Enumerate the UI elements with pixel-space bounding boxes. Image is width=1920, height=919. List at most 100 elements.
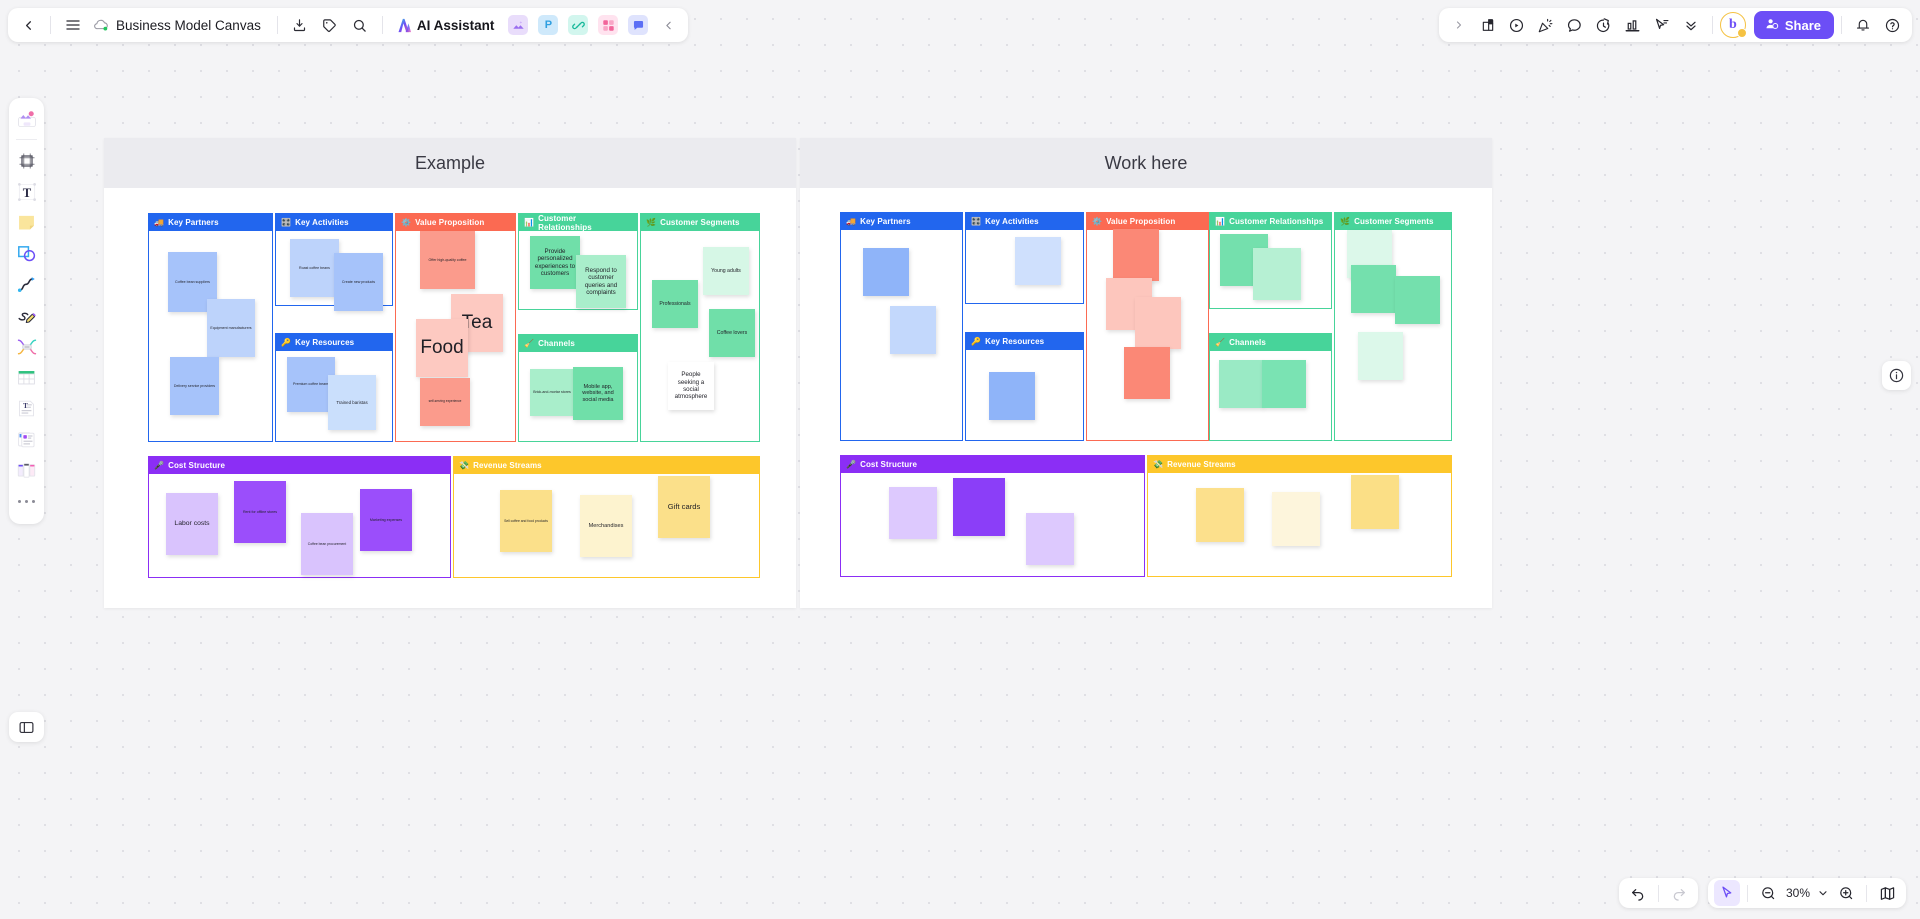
sticky-note[interactable] xyxy=(1015,237,1061,285)
sticky-note[interactable] xyxy=(1219,360,1263,408)
sticky-note[interactable] xyxy=(1358,332,1403,380)
sticky-note[interactable]: Labor costs xyxy=(166,493,218,555)
undo-button[interactable] xyxy=(1625,880,1651,906)
avatar[interactable]: b xyxy=(1719,12,1747,38)
comment-tool-button[interactable] xyxy=(624,11,652,39)
help-circle-icon[interactable] xyxy=(1878,11,1906,39)
bmc-cell-key_partners[interactable]: 🚚 Key Partners Coffee bean suppliers Equipm… xyxy=(148,213,273,442)
sticky-note[interactable] xyxy=(863,248,909,296)
chart-bar-icon[interactable] xyxy=(1619,11,1647,39)
sticky-note[interactable] xyxy=(1262,360,1306,408)
sticky-note[interactable]: Marketing expenses xyxy=(360,489,412,551)
timer-icon[interactable] xyxy=(1590,11,1618,39)
sticky-note[interactable] xyxy=(989,372,1035,420)
sticky-note[interactable]: Brick-and-mortar stores xyxy=(530,369,574,416)
bmc-cell-channels[interactable]: 🧹 Channels xyxy=(1209,333,1332,441)
play-circle-icon[interactable] xyxy=(1503,11,1531,39)
sticky-note[interactable] xyxy=(953,478,1005,536)
sticky-note[interactable] xyxy=(1196,488,1244,542)
sticky-note[interactable] xyxy=(1135,297,1181,349)
sticky-note[interactable]: Coffee bean procurement xyxy=(301,513,353,575)
document-title[interactable]: Business Model Canvas xyxy=(89,18,269,33)
text-icon[interactable]: T xyxy=(12,177,41,206)
sticky-note[interactable]: Coffee lovers xyxy=(709,309,755,357)
frame-work-here[interactable]: Work here 🚚 Key Partners 🎛️ Key Activities 🔑 K… xyxy=(800,138,1492,608)
minimap-button[interactable] xyxy=(1874,880,1900,906)
bmc-cell-value_proposition[interactable]: ⚙️ Value Proposition xyxy=(1086,212,1209,441)
sticky-note[interactable]: Offer high-quality coffee xyxy=(420,231,475,289)
connector-icon[interactable] xyxy=(12,270,41,299)
sticky-note-icon[interactable] xyxy=(12,208,41,237)
bmc-cell-revenue_streams[interactable]: 💸 Revenue Streams Sell coffee and food pro… xyxy=(453,456,760,578)
sticky-note[interactable]: Trained baristas xyxy=(328,375,376,430)
open-panel-icon[interactable] xyxy=(9,712,44,742)
sticky-note[interactable] xyxy=(1351,475,1399,529)
kanban-icon[interactable] xyxy=(12,456,41,485)
download-button[interactable] xyxy=(286,11,314,39)
bmc-cell-cost_structure[interactable]: 🎤 Cost Structure xyxy=(840,455,1145,577)
sticky-note[interactable] xyxy=(1124,347,1170,399)
tag-button[interactable] xyxy=(316,11,344,39)
bmc-cell-customer_relationships[interactable]: 📊 Customer Relationships xyxy=(1209,212,1332,309)
party-popper-icon[interactable] xyxy=(1532,11,1560,39)
sticky-note[interactable] xyxy=(1395,276,1440,324)
cursor-select-button[interactable] xyxy=(1714,880,1740,906)
cursor-vote-icon[interactable] xyxy=(1648,11,1676,39)
info-circle-icon[interactable] xyxy=(1882,361,1911,390)
redo-button[interactable] xyxy=(1666,880,1692,906)
sticky-note[interactable] xyxy=(890,306,936,354)
bmc-cell-key_resources[interactable]: 🔑 Key Resources xyxy=(965,332,1084,441)
chevrons-down-icon[interactable] xyxy=(1677,11,1705,39)
sticky-note[interactable]: Create new products xyxy=(334,253,383,311)
grid-tool-button[interactable] xyxy=(594,11,622,39)
zoom-level[interactable]: 30% xyxy=(1783,886,1813,900)
presentation-tool-button[interactable]: P xyxy=(534,11,562,39)
sticky-note[interactable]: Respond to customer queries and complain… xyxy=(576,255,626,308)
bmc-cell-cost_structure[interactable]: 🎤 Cost Structure Labor costs Rent for offli… xyxy=(148,456,451,578)
zoom-in-button[interactable] xyxy=(1833,880,1859,906)
link-tool-button[interactable] xyxy=(564,11,592,39)
shapes-icon[interactable] xyxy=(12,239,41,268)
menu-button[interactable] xyxy=(59,11,87,39)
comment-bubble-icon[interactable] xyxy=(1561,11,1589,39)
templates-icon[interactable] xyxy=(12,104,41,133)
sticky-note[interactable]: Provide personalized experiences to cust… xyxy=(530,236,580,289)
sticky-note[interactable] xyxy=(1113,229,1159,281)
bmc-cell-revenue_streams[interactable]: 💸 Revenue Streams xyxy=(1147,455,1452,577)
bmc-cell-channels[interactable]: 🧹 Channels Brick-and-mortar stores Mobile a… xyxy=(518,334,638,442)
sticky-note[interactable]: Professionals xyxy=(652,280,698,328)
sticky-note[interactable]: Sell coffee and food products xyxy=(500,490,552,552)
bmc-cell-key_resources[interactable]: 🔑 Key Resources Premium coffee beans Traine… xyxy=(275,333,393,442)
ai-assistant-button[interactable]: AI Assistant xyxy=(391,18,503,33)
frame-example[interactable]: Example 🚚 Key Partners Coffee bean supplier… xyxy=(104,138,796,608)
sticky-note[interactable] xyxy=(1272,492,1320,546)
bmc-cell-customer_segments[interactable]: 🌿 Customer Segments Professionals Young adu… xyxy=(640,213,760,442)
sticky-note[interactable]: Merchandises xyxy=(580,495,632,557)
bmc-cell-value_proposition[interactable]: ⚙️ Value Proposition Offer high-quality co… xyxy=(395,213,516,442)
expand-right-toolbar-button[interactable] xyxy=(1445,11,1473,39)
bmc-cell-customer_relationships[interactable]: 📊 Customer Relationships Provide personali… xyxy=(518,213,638,310)
frame-icon[interactable] xyxy=(12,146,41,175)
document-icon[interactable]: T xyxy=(12,394,41,423)
bmc-cell-customer_segments[interactable]: 🌿 Customer Segments xyxy=(1334,212,1452,441)
search-button[interactable] xyxy=(346,11,374,39)
bell-icon[interactable] xyxy=(1849,11,1877,39)
sticky-note[interactable] xyxy=(1253,248,1301,300)
image-tool-button[interactable] xyxy=(504,11,532,39)
sticky-note[interactable]: Rent for offline stores xyxy=(234,481,286,543)
more-icon[interactable] xyxy=(12,487,41,516)
sticky-note[interactable] xyxy=(1351,265,1396,313)
present-file-icon[interactable] xyxy=(1474,11,1502,39)
sticky-note[interactable]: Young adults xyxy=(703,247,749,295)
sticky-note[interactable]: Food xyxy=(416,319,468,377)
collapse-toolbar-button[interactable] xyxy=(654,11,682,39)
pen-icon[interactable] xyxy=(12,301,41,330)
sticky-note[interactable]: Delivery service providers xyxy=(170,357,219,415)
mindmap-icon[interactable] xyxy=(12,332,41,361)
sticky-note[interactable]: Equipment manufacturers xyxy=(207,299,255,357)
share-button[interactable]: Share xyxy=(1753,11,1834,39)
zoom-out-button[interactable] xyxy=(1755,880,1781,906)
table-icon[interactable] xyxy=(12,363,41,392)
sticky-note[interactable]: People seeking a social atmosphere xyxy=(668,362,714,410)
sticky-note[interactable] xyxy=(1026,513,1074,565)
